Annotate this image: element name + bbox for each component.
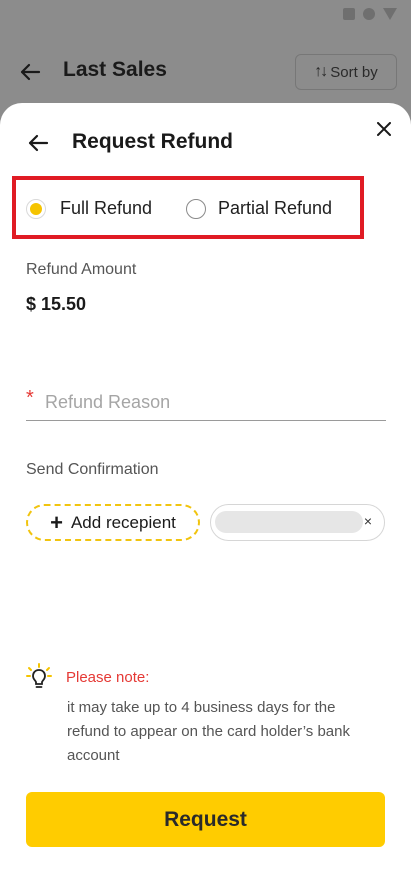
lightbulb-icon <box>26 663 52 688</box>
refund-sheet: Request Refund Full Refund Partial Refun… <box>0 103 411 873</box>
required-mark: * <box>26 387 34 409</box>
send-confirmation-label: Send Confirmation <box>26 461 159 478</box>
triangle-icon <box>383 8 397 20</box>
add-recipient-label: Add recepient <box>70 512 176 532</box>
plus-icon: + <box>50 509 63 535</box>
square-icon <box>343 8 355 20</box>
sort-button[interactable]: ↑↓ Sort by <box>295 54 397 90</box>
request-button[interactable]: Request <box>26 792 385 847</box>
close-icon <box>377 122 391 136</box>
page-title: Last Sales <box>63 58 167 81</box>
full-refund-label: Full Refund <box>60 198 153 218</box>
refund-amount-label: Refund Amount <box>26 261 137 278</box>
sort-icon: ↑↓ <box>314 63 328 80</box>
sort-label: Sort by <box>330 63 378 81</box>
remove-recipient-icon[interactable]: × <box>364 513 372 529</box>
background-header: Last Sales ↑↓ Sort by <box>0 52 411 92</box>
close-button[interactable] <box>373 118 395 140</box>
status-bar <box>343 8 397 20</box>
refund-reason-field: * <box>26 385 386 421</box>
recipient-chip-value <box>215 511 363 533</box>
sheet-title: Request Refund <box>72 130 234 153</box>
recipient-chip[interactable]: × <box>210 504 385 541</box>
circle-icon <box>363 8 375 20</box>
refund-type-group: Full Refund Partial Refund <box>12 176 364 239</box>
add-recipient-button[interactable]: + Add recepient <box>26 504 200 541</box>
partial-refund-option[interactable]: Partial Refund <box>186 198 332 219</box>
radio-selected-icon[interactable] <box>26 198 46 219</box>
radio-unselected-icon[interactable] <box>186 198 206 219</box>
note-body: it may take up to 4 business days for th… <box>67 699 350 764</box>
refund-reason-input[interactable] <box>45 389 375 415</box>
full-refund-option[interactable]: Full Refund <box>26 198 152 219</box>
back-arrow-icon[interactable] <box>18 60 42 84</box>
refund-amount-value: $ 15.50 <box>26 294 87 314</box>
note-title: Please note: <box>66 669 150 686</box>
back-arrow-icon[interactable] <box>26 131 50 155</box>
partial-refund-label: Partial Refund <box>218 198 333 218</box>
